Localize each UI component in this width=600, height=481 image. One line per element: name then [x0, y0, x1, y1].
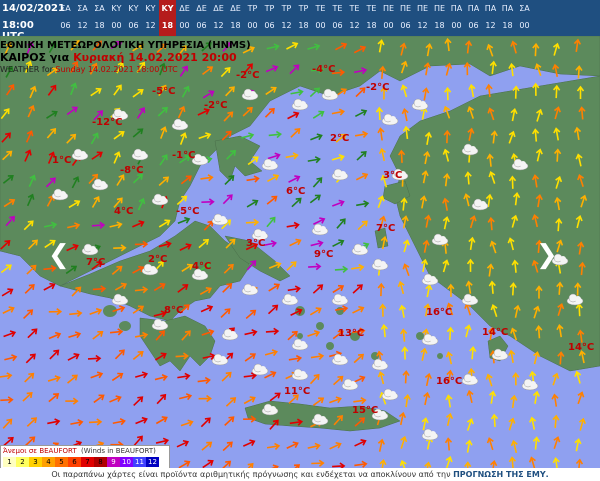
map-canvas — [0, 36, 600, 468]
legend-cell: 2 — [16, 457, 29, 467]
temperature-label: 7°C — [86, 257, 106, 268]
time-slot[interactable]: ΠΕ 00 — [380, 0, 397, 36]
temperature-label: 3°C — [246, 238, 266, 249]
legend-cell: 7 — [81, 457, 94, 467]
temperature-label: -2°C — [366, 82, 390, 93]
legend-cell: 6 — [68, 457, 81, 467]
time-slot[interactable]: ΤΕ 00 — [312, 0, 329, 36]
temperature-label: 3°C — [383, 170, 403, 181]
time-slot[interactable]: ΚΥ 18 — [159, 0, 176, 36]
time-slot[interactable]: ΤΕ 06 — [329, 0, 346, 36]
time-slot[interactable]: ΠΕ 18 — [431, 0, 448, 36]
time-slot[interactable]: ΠΕ 12 — [414, 0, 431, 36]
current-date: 14/02/2021 — [2, 3, 65, 14]
temperature-label: 6°C — [286, 186, 306, 197]
weather-map — [0, 36, 600, 468]
forecast-title-gr: ΚΑΙΡΟΣ για Κυριακή 14.02.2021 20:00 — [0, 51, 237, 64]
temperature-label: 16°C — [426, 307, 453, 318]
time-slot[interactable]: ΠΑ 00 — [448, 0, 465, 36]
next-arrow-icon[interactable]: ❯ — [536, 240, 558, 270]
temperature-label: 4°C — [114, 206, 134, 217]
time-slot[interactable]: ΤΡ 00 — [244, 0, 261, 36]
time-slot[interactable]: ΔΕ 12 — [210, 0, 227, 36]
legend-cell: 8 — [94, 457, 107, 467]
time-slot[interactable]: ΠΑ 06 — [465, 0, 482, 36]
time-slot[interactable]: ΠΕ 06 — [397, 0, 414, 36]
time-slot[interactable]: ΤΡ 12 — [278, 0, 295, 36]
temperature-label: -4°C — [312, 64, 336, 75]
time-slots: ΣΑ 06 ΣΑ 12 ΣΑ 18 ΚΥ 00 ΚΥ 06 ΚΥ 12 ΚΥ 18 ΔΕ 00 ΔΕ 06 ΔΕ 12… — [57, 0, 533, 36]
time-slot[interactable]: ΣΑ 00 — [516, 0, 533, 36]
time-slot[interactable]: ΤΕ 18 — [363, 0, 380, 36]
temperature-label: -2°C — [204, 100, 228, 111]
time-slot[interactable]: ΚΥ 06 — [125, 0, 142, 36]
beaufort-legend: Άνεμοι σε BEAUFORT (Winds in BEAUFORT) 1… — [0, 445, 170, 470]
temperature-label: -8°C — [120, 165, 144, 176]
time-slot[interactable]: ΣΑ 12 — [74, 0, 91, 36]
legend-cell: 9 — [107, 457, 120, 467]
time-slot[interactable]: ΤΡ 06 — [261, 0, 278, 36]
time-slot[interactable]: ΚΥ 00 — [108, 0, 125, 36]
time-slot[interactable]: ΔΕ 06 — [193, 0, 210, 36]
temperature-label: 11°C — [284, 386, 311, 397]
temperature-label: -1°C — [172, 150, 196, 161]
forecast-link[interactable]: ΠΡΟΓΝΩΣΗ ΤΗΣ ΕΜΥ. — [453, 470, 549, 479]
time-slot[interactable]: ΔΕ 00 — [176, 0, 193, 36]
legend-title-en: (Winds in BEAUFORT) — [81, 447, 156, 455]
legend-cell: 5 — [55, 457, 68, 467]
time-slot[interactable]: ΤΡ 18 — [295, 0, 312, 36]
temperature-label: 16°C — [436, 376, 463, 387]
previous-arrow-icon[interactable]: ❮ — [48, 240, 70, 270]
legend-scale: 1 2 3 4 5 6 7 8 9 10 11 12 — [3, 457, 159, 467]
temperature-label: 15°C — [352, 405, 379, 416]
temperature-label: 8°C — [164, 305, 184, 316]
temperature-label: 7°C — [376, 223, 396, 234]
temperature-label: -5°C — [176, 206, 200, 217]
time-slot[interactable]: ΣΑ 18 — [91, 0, 108, 36]
current-date-time: 14/02/2021 18:00 UTC — [0, 0, 65, 42]
temperature-label: 13°C — [338, 328, 365, 339]
legend-cell: 11 — [133, 457, 146, 467]
time-slot[interactable]: ΔΕ 18 — [227, 0, 244, 36]
time-bar: 14/02/2021 18:00 UTC ΣΑ06ΣΑ12ΣΑ18ΚΥ00ΚΥ0… — [0, 0, 600, 42]
temperature-label: 4°C — [192, 261, 212, 272]
temperature-label: -12°C — [92, 117, 123, 128]
temperature-label: 14°C — [568, 342, 595, 353]
time-slot[interactable]: ΠΑ 12 — [482, 0, 499, 36]
temperature-label: 1°C — [52, 155, 72, 166]
legend-title-gr: Άνεμοι σε BEAUFORT — [3, 447, 77, 455]
temperature-label: 14°C — [482, 327, 509, 338]
temperature-label: 9°C — [314, 249, 334, 260]
map-title: ΕΘΝΙΚΗ ΜΕΤΕΩΡΟΛΟΓΙΚΗ ΥΠΗΡΕΣΙΑ (HNMS) ΚΑΙ… — [0, 40, 251, 76]
legend-cell: 3 — [29, 457, 42, 467]
time-slot[interactable]: ΠΑ 18 — [499, 0, 516, 36]
legend-cell: 1 — [3, 457, 16, 467]
temperature-label: 2°C — [330, 133, 350, 144]
time-slot[interactable]: ΤΕ 12 — [346, 0, 363, 36]
legend-cell: 10 — [120, 457, 133, 467]
legend-cell: 12 — [146, 457, 159, 467]
forecast-title-en: WEATHER for Sunday 14.02.2021 18:00 UTC — [0, 65, 178, 74]
temperature-label: -2°C — [236, 70, 260, 81]
time-slot[interactable]: ΣΑ 06 — [57, 0, 74, 36]
temperature-label: -5°C — [152, 86, 176, 97]
temperature-label: 2°C — [148, 254, 168, 265]
footer-disclaimer: Οι παραπάνω χάρτες είναι προϊόντα αριθμη… — [0, 468, 600, 481]
legend-cell: 4 — [42, 457, 55, 467]
time-slot[interactable]: ΚΥ 12 — [142, 0, 159, 36]
